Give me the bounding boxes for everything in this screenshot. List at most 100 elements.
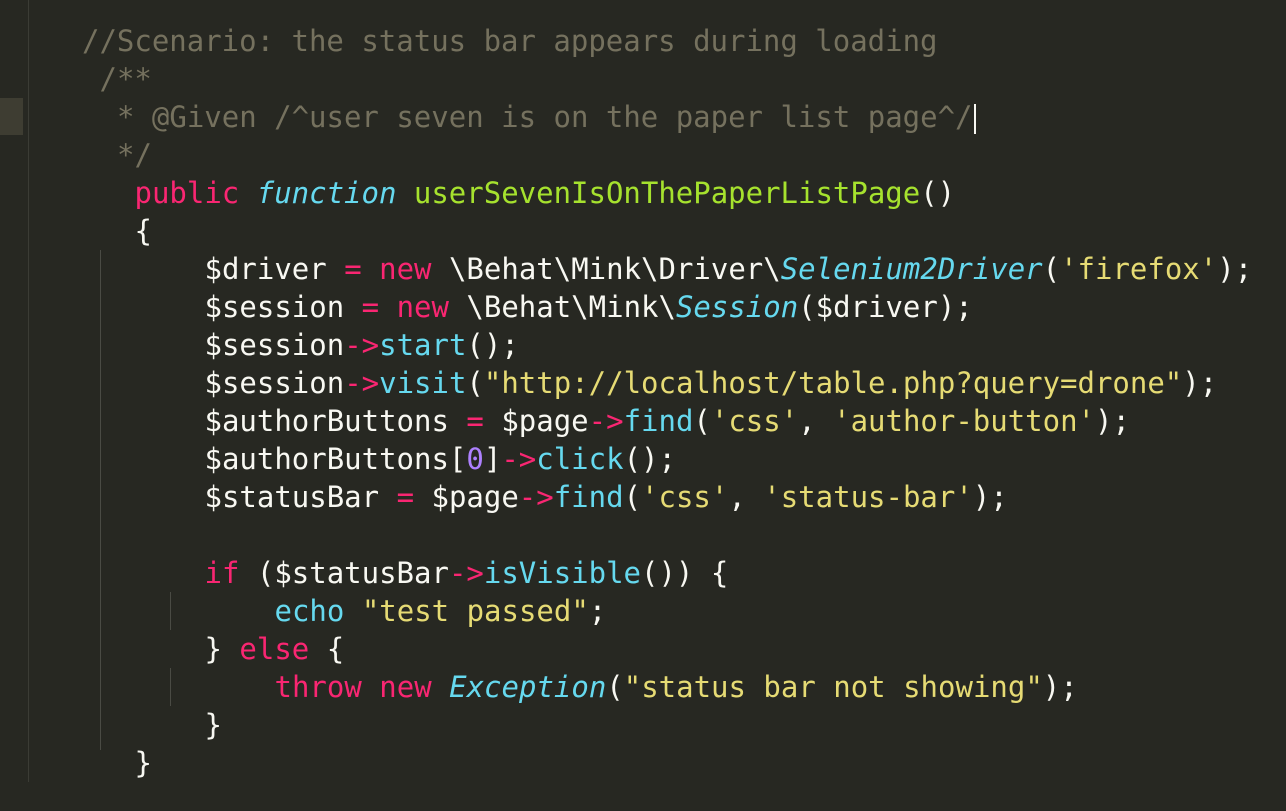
code-token: $session: [204, 328, 345, 362]
code-token: new: [379, 252, 432, 286]
code-token: function: [256, 176, 397, 210]
code-token: ,: [798, 404, 834, 438]
code-token: find: [623, 404, 694, 438]
code-token: ->: [344, 328, 380, 362]
code-line-20[interactable]: }: [135, 744, 152, 782]
code-token: );: [1095, 404, 1130, 438]
code-line-8[interactable]: $session = new \Behat\Mink\Session($driv…: [205, 288, 973, 326]
code-token: ();: [466, 328, 519, 362]
code-token: 'css': [710, 404, 799, 438]
code-token: visit: [379, 366, 467, 400]
code-token: ->: [501, 442, 537, 476]
code-token: (: [606, 670, 624, 704]
code-token: );: [1182, 366, 1218, 400]
code-token: 'firefox': [1060, 252, 1218, 286]
code-token: $authorButtons[: [204, 442, 467, 476]
code-line-3[interactable]: * @Given /^user seven is on the paper li…: [117, 98, 976, 136]
code-token: /**: [99, 62, 152, 96]
code-token: =: [361, 290, 380, 324]
code-token: ;: [588, 594, 607, 628]
code-line-4[interactable]: */: [117, 136, 152, 174]
code-token: Session: [675, 290, 799, 324]
code-token: =: [396, 480, 415, 514]
code-token: );: [1042, 670, 1078, 704]
code-token: //Scenario: the status bar appears durin…: [82, 24, 938, 58]
text-cursor: [973, 104, 976, 134]
code-line-2[interactable]: /**: [100, 60, 152, 98]
code-token: "status bar not showing": [623, 670, 1043, 704]
code-token: ->: [518, 480, 554, 514]
code-line-5[interactable]: public function userSevenIsOnThePaperLis…: [135, 174, 956, 212]
code-line-1[interactable]: //Scenario: the status bar appears durin…: [82, 22, 938, 60]
code-token: echo: [274, 594, 345, 628]
code-token: }: [204, 708, 222, 742]
code-token: ($driver);: [798, 290, 973, 324]
code-token: $authorButtons: [204, 404, 467, 438]
code-token: $session: [204, 290, 362, 324]
code-token: (: [623, 480, 642, 514]
code-line-11[interactable]: $authorButtons = $page->find('css', 'aut…: [205, 402, 1130, 440]
code-token: ->: [344, 366, 380, 400]
code-token: (): [920, 176, 956, 210]
code-token: }: [134, 746, 152, 780]
code-token: 'author-button': [833, 404, 1096, 438]
code-line-6[interactable]: {: [135, 212, 152, 250]
code-line-18[interactable]: throw new Exception("status bar not show…: [275, 668, 1078, 706]
code-line-16[interactable]: echo "test passed";: [275, 592, 607, 630]
code-token: throw: [274, 670, 362, 704]
gutter-divider: [28, 0, 29, 782]
code-token: =: [466, 404, 484, 438]
code-token: 'css': [641, 480, 729, 514]
code-token: $session: [204, 366, 345, 400]
code-token: );: [1217, 252, 1253, 286]
code-line-15[interactable]: if ($statusBar->isVisible()) {: [205, 554, 729, 592]
code-token: \Behat\Mink\: [448, 290, 676, 324]
code-token: new: [396, 290, 449, 324]
code-token: (: [693, 404, 711, 438]
code-token: Selenium2Driver: [780, 252, 1043, 286]
code-token: * @Given /^user seven is on the paper li…: [117, 100, 973, 134]
code-token: }: [204, 632, 240, 666]
code-token: 0: [466, 442, 484, 476]
code-line-17[interactable]: } else {: [205, 630, 345, 668]
code-token: $driver: [204, 252, 345, 286]
code-token: */: [117, 138, 152, 172]
code-token: {: [134, 214, 152, 248]
code-token: ();: [623, 442, 676, 476]
indent-guide-function: [100, 250, 101, 750]
code-line-7[interactable]: $driver = new \Behat\Mink\Driver\Seleniu…: [205, 250, 1253, 288]
code-token: ,: [728, 480, 764, 514]
code-line-12[interactable]: $authorButtons[0]->click();: [205, 440, 676, 478]
code-token: $page: [483, 404, 589, 438]
code-token: =: [344, 252, 362, 286]
code-token: $page: [414, 480, 519, 514]
code-token: (: [466, 366, 484, 400]
code-token: new: [379, 670, 432, 704]
code-line-10[interactable]: $session->visit("http://localhost/table.…: [205, 364, 1218, 402]
indent-guide-if-block: [170, 592, 171, 630]
code-line-9[interactable]: $session->start();: [205, 326, 519, 364]
code-token: else: [239, 632, 310, 666]
code-token: "http://localhost/table.php?query=drone": [483, 366, 1183, 400]
code-token: click: [536, 442, 624, 476]
code-line-13[interactable]: $statusBar = $page->find('css', 'status-…: [205, 478, 1008, 516]
code-editor[interactable]: //Scenario: the status bar appears durin…: [0, 0, 1286, 811]
code-token: if: [204, 556, 240, 590]
code-token: {: [309, 632, 345, 666]
code-token: isVisible: [483, 556, 641, 590]
active-line-marker: [0, 98, 23, 135]
code-token: start: [379, 328, 467, 362]
code-token: ($statusBar: [239, 556, 449, 590]
code-token: );: [972, 480, 1008, 514]
code-token: Exception: [449, 670, 607, 704]
code-token: "test passed": [361, 594, 589, 628]
code-token: find: [553, 480, 624, 514]
code-line-19[interactable]: }: [205, 706, 222, 744]
